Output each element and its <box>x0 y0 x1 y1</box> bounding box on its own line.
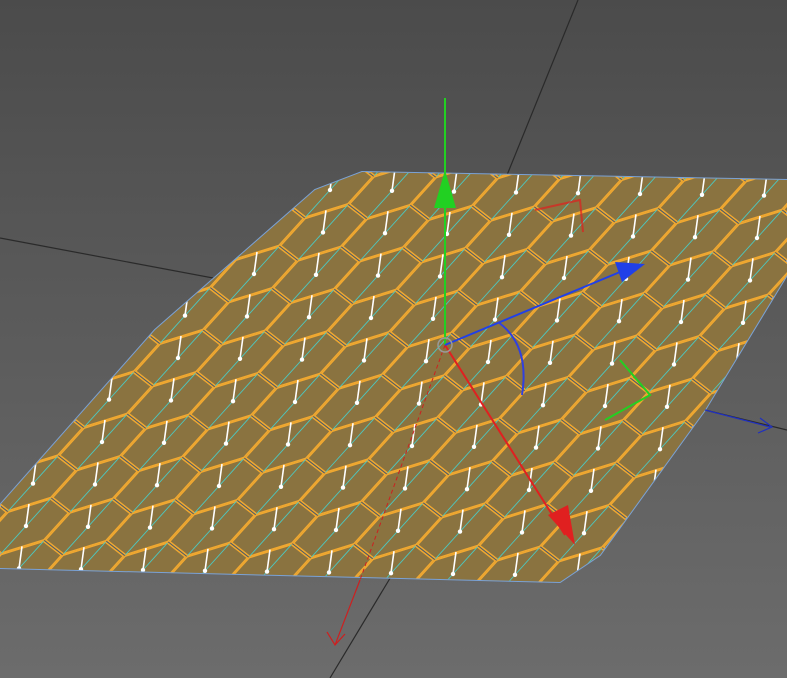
face-center-dot <box>602 403 608 409</box>
face-center-dot <box>533 445 539 450</box>
viewport-3d[interactable] <box>0 0 787 678</box>
face-center-dot <box>568 233 574 238</box>
face-center-dot <box>375 273 381 278</box>
face-center-dot <box>540 403 546 408</box>
face-center-dot <box>699 192 705 197</box>
face-center-dot <box>485 359 491 365</box>
face-center-dot <box>561 275 567 281</box>
face-center-dot <box>278 484 284 489</box>
face-center-dot <box>306 315 312 320</box>
face-center-dot <box>664 404 670 409</box>
face-center-dot <box>395 528 401 533</box>
face-center-dot <box>519 530 525 535</box>
face-center-dot <box>326 570 332 575</box>
face-center-dot <box>313 272 319 277</box>
face-center-dot <box>182 313 188 318</box>
face-center-dot <box>23 523 29 529</box>
face-center-dot <box>595 446 601 451</box>
face-center-dot <box>244 314 250 319</box>
face-center-dot <box>147 525 153 530</box>
face-center-dot <box>575 191 581 196</box>
face-center-dot <box>416 401 422 406</box>
face-center-dot <box>271 527 277 532</box>
face-center-dot <box>368 315 374 321</box>
face-center-dot <box>471 444 477 449</box>
face-center-dot <box>609 361 615 366</box>
face-center-dot <box>202 568 208 573</box>
face-center-dot <box>464 487 470 492</box>
face-center-dot <box>513 190 519 195</box>
face-center-dot <box>747 278 753 283</box>
face-center-dot <box>409 443 415 449</box>
face-center-dot <box>581 531 587 536</box>
face-center-dot <box>237 356 243 361</box>
face-center-dot <box>671 362 677 367</box>
face-center-dot <box>430 316 436 321</box>
face-center-dot <box>154 483 160 488</box>
face-center-dot <box>512 572 518 577</box>
face-center-dot <box>630 234 636 239</box>
face-center-dot <box>85 524 91 529</box>
face-center-dot <box>437 274 443 279</box>
face-center-dot <box>761 193 767 198</box>
face-center-dot <box>30 481 36 486</box>
face-center-dot <box>361 358 367 363</box>
face-center-dot <box>285 442 291 447</box>
face-center-dot <box>402 486 408 491</box>
face-center-dot <box>685 277 691 282</box>
face-center-dot <box>161 440 167 445</box>
face-center-dot <box>382 231 388 236</box>
face-center-dot <box>347 443 353 448</box>
face-center-dot <box>354 400 360 405</box>
face-center-dot <box>320 230 326 235</box>
face-center-dot <box>92 482 98 487</box>
face-center-dot <box>526 487 532 493</box>
face-center-dot <box>340 485 346 490</box>
face-center-dot <box>423 359 429 364</box>
face-center-dot <box>216 483 222 489</box>
face-center-dot <box>754 235 760 241</box>
face-center-dot <box>327 187 333 193</box>
face-center-dot <box>616 319 622 324</box>
face-center-dot <box>333 527 339 533</box>
face-center-dot <box>588 488 594 493</box>
face-center-dot <box>457 529 463 534</box>
face-center-dot <box>499 275 505 280</box>
face-center-dot <box>230 399 236 404</box>
face-center-dot <box>492 317 498 322</box>
face-center-dot <box>678 319 684 325</box>
face-center-dot <box>740 320 746 325</box>
face-center-dot <box>692 235 698 240</box>
face-center-dot <box>168 398 174 403</box>
face-center-dot <box>292 399 298 405</box>
face-center-dot <box>223 441 229 446</box>
face-center-dot <box>451 189 457 194</box>
face-center-dot <box>637 191 643 197</box>
face-center-dot <box>264 569 270 574</box>
scene-canvas[interactable] <box>0 0 787 678</box>
face-center-dot <box>657 447 663 452</box>
face-center-dot <box>388 571 394 576</box>
face-center-dot <box>554 318 560 323</box>
face-center-dot <box>547 360 553 365</box>
face-center-dot <box>99 439 105 445</box>
face-center-dot <box>175 355 181 361</box>
face-center-dot <box>299 357 305 362</box>
face-center-dot <box>506 232 512 237</box>
face-center-dot <box>209 526 215 531</box>
face-center-dot <box>106 397 112 402</box>
face-center-dot <box>389 188 395 193</box>
face-center-dot <box>251 271 257 277</box>
face-center-dot <box>450 571 456 577</box>
